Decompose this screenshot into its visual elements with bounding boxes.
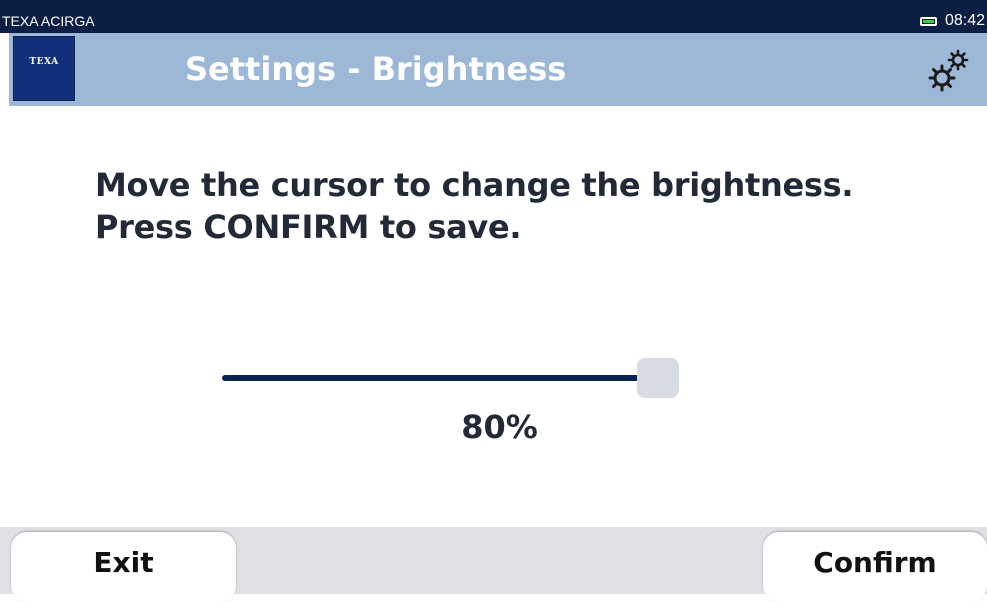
- gears-icon: [928, 49, 969, 92]
- instructions: Move the cursor to change the brightness…: [95, 164, 854, 248]
- brightness-value: 80%: [461, 408, 538, 446]
- battery-icon: [919, 16, 937, 26]
- logo-text: TEXA: [29, 57, 59, 67]
- bottom-bar: Exit Confirm: [0, 527, 987, 602]
- header-bar: TEXA Settings - Brightness: [9, 33, 987, 106]
- texa-logo: TEXA: [13, 36, 75, 101]
- slider-thumb[interactable]: [637, 358, 679, 398]
- status-bar: TEXA ACIRGA 08:42: [0, 0, 987, 33]
- status-indicators: 08:42: [919, 12, 985, 30]
- status-app-name: TEXA ACIRGA: [2, 13, 95, 29]
- slider-track[interactable]: [222, 375, 658, 381]
- confirm-button[interactable]: Confirm: [763, 532, 987, 602]
- status-time: 08:42: [944, 12, 985, 29]
- instruction-line-1: Move the cursor to change the brightness…: [95, 166, 854, 204]
- exit-button[interactable]: Exit: [11, 532, 236, 602]
- instruction-line-2: Press CONFIRM to save.: [95, 208, 522, 246]
- settings-button[interactable]: [924, 48, 972, 93]
- brightness-slider[interactable]: [222, 355, 688, 401]
- page-title: Settings - Brightness: [185, 50, 567, 88]
